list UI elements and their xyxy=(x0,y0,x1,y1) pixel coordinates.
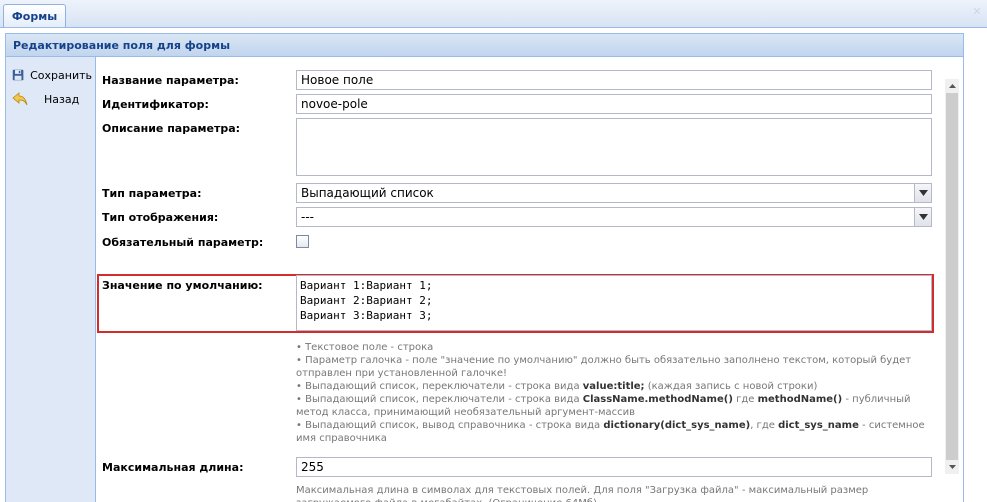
max-length-help: Максимальная длина в символах для тексто… xyxy=(296,485,869,502)
type-select-value: Выпадающий список xyxy=(301,186,434,200)
default-value-label: Значение по умолчанию: xyxy=(102,279,263,292)
edit-panel: Редактирование поля для формы Сохранить … xyxy=(5,33,964,502)
default-value-textarea[interactable]: Вариант 1:Вариант 1; Вариант 2:Вариант 2… xyxy=(296,275,932,331)
max-length-label: Максимальная длина: xyxy=(102,461,244,474)
tab-forms[interactable]: Формы xyxy=(3,4,66,27)
help-line: • Выпадающий список, переключатели - стр… xyxy=(296,381,818,392)
tab-forms-label: Формы xyxy=(11,9,58,23)
required-checkbox[interactable] xyxy=(296,235,309,248)
type-label: Тип параметра: xyxy=(102,187,202,200)
display-type-select[interactable]: --- xyxy=(296,207,932,227)
scrollbar-thumb[interactable] xyxy=(946,93,958,460)
form-content: Название параметра: Новое поле Идентифик… xyxy=(96,57,963,502)
name-label: Название параметра: xyxy=(102,74,239,87)
display-type-select-value: --- xyxy=(301,210,314,224)
help-line: • Текстовое поле - строка xyxy=(296,342,434,353)
max-length-input[interactable]: 255 xyxy=(296,457,932,477)
close-icon[interactable]: ✕ xyxy=(971,6,983,18)
id-label: Идентификатор: xyxy=(102,98,209,111)
display-type-label: Тип отображения: xyxy=(102,211,219,224)
save-button-label: Сохранить xyxy=(30,68,92,82)
scroll-down-icon[interactable] xyxy=(945,460,959,474)
help-line: • Выпадающий список, переключатели - стр… xyxy=(296,394,911,418)
back-arrow-icon xyxy=(12,92,28,106)
vertical-scrollbar[interactable] xyxy=(945,79,959,474)
description-label: Описание параметра: xyxy=(102,122,241,135)
default-value-help: • Текстовое поле - строка • Параметр гал… xyxy=(296,341,936,445)
tab-strip: Формы ✕ xyxy=(0,0,987,28)
back-button-label: Назад xyxy=(44,92,80,106)
chevron-down-icon[interactable] xyxy=(914,184,931,202)
type-select[interactable]: Выпадающий список xyxy=(296,183,932,203)
description-textarea[interactable] xyxy=(296,118,932,176)
back-button[interactable]: Назад xyxy=(12,89,92,109)
scroll-up-icon[interactable] xyxy=(945,79,959,93)
panel-title: Редактирование поля для формы xyxy=(6,34,963,57)
chevron-down-icon[interactable] xyxy=(914,208,931,226)
name-input[interactable]: Новое поле xyxy=(296,70,932,90)
floppy-disk-icon xyxy=(12,69,24,81)
help-line: • Выпадающий список, вывод справочника -… xyxy=(296,420,925,444)
id-input[interactable]: novoe-pole xyxy=(296,94,932,114)
required-label: Обязательный параметр: xyxy=(102,236,264,249)
help-line: • Параметр галочка - поле "значение по у… xyxy=(296,355,912,379)
save-button[interactable]: Сохранить xyxy=(12,65,92,85)
sidebar: Сохранить Назад xyxy=(6,57,96,502)
